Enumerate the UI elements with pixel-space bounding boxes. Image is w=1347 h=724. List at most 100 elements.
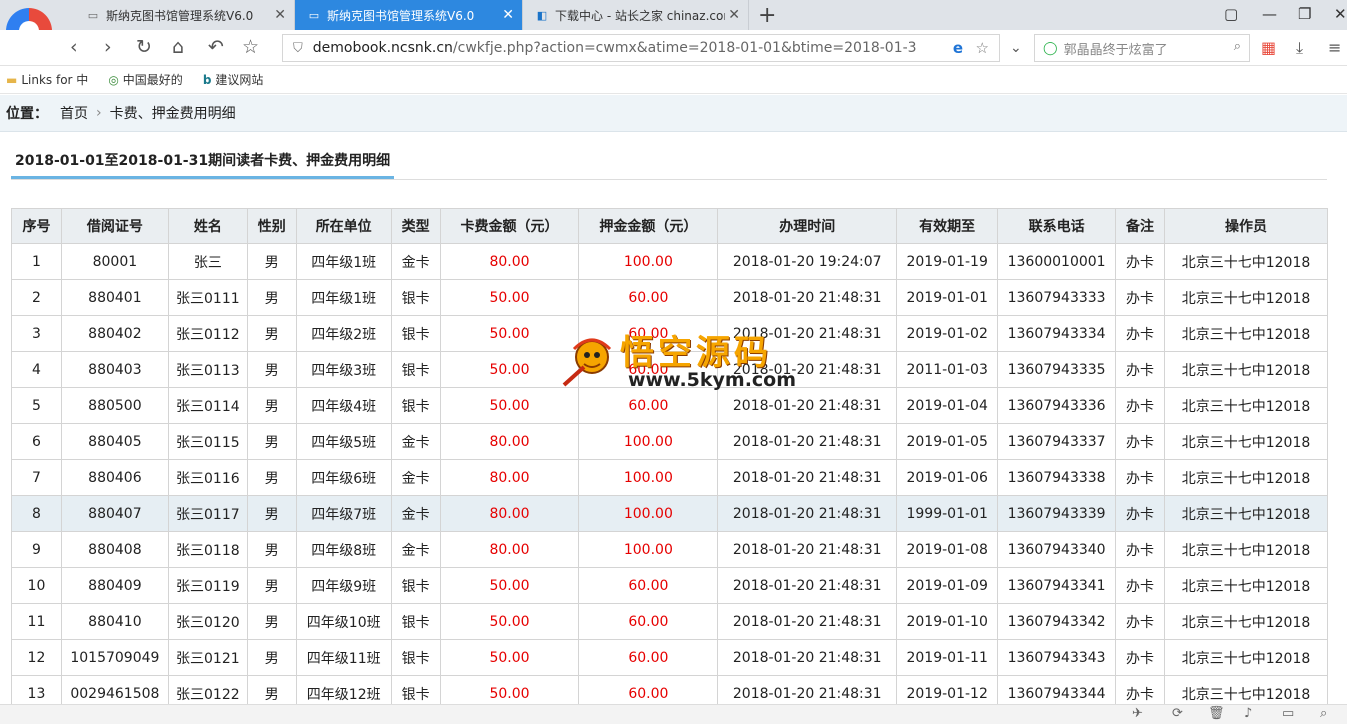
table-cell: 北京三十七中12018 [1164, 603, 1328, 640]
breadcrumb-home-link[interactable]: 首页 [60, 103, 88, 123]
table-cell: 13607943333 [997, 279, 1117, 316]
bookmark-suggested-sites[interactable]: b 建议网站 [203, 71, 264, 88]
column-header: 有效期至 [896, 208, 999, 244]
table-cell: 四年级2班 [295, 315, 392, 352]
table-cell: 张三0121 [167, 639, 248, 676]
table-cell: 80.00 [439, 243, 580, 280]
trash-icon[interactable]: 🗑 [1208, 706, 1225, 721]
table-cell: 8 [11, 495, 62, 532]
table-row: 9 880408 张三0118 男四年级8班 金卡 80.00 100.00 2018-01-… [11, 531, 1328, 568]
table-cell: 北京三十七中12018 [1164, 351, 1328, 388]
table-cell: 100.00 [578, 243, 719, 280]
column-header: 类型 [390, 208, 441, 244]
table-cell: 2018-01-20 21:48:31 [717, 315, 898, 352]
new-tab-plus-icon[interactable]: + [758, 3, 776, 28]
table-cell: 四年级10班 [295, 603, 392, 640]
table-cell: 张三0116 [167, 459, 248, 496]
table-cell: 60.00 [578, 387, 719, 424]
table-cell: 6 [11, 423, 62, 460]
bookmark-china-best[interactable]: ◎ 中国最好的 [108, 71, 183, 88]
close-tab-icon[interactable]: ✕ [728, 7, 740, 23]
back-arrow-icon[interactable]: ‹ [70, 36, 78, 58]
table-cell: 2 [11, 279, 62, 316]
globe-icon: ◎ [108, 72, 119, 87]
table-cell: 50.00 [439, 387, 580, 424]
table-cell: 13607943334 [997, 315, 1117, 352]
column-header: 操作员 [1164, 208, 1328, 244]
table-cell: 北京三十七中12018 [1164, 459, 1328, 496]
table-header-row: 序号 借阅证号 姓名 性别 所在单位 类型 卡费金额（元） 押金金额（元） 办理时间 有效期至 联系… [11, 208, 1328, 244]
table-cell: 80.00 [439, 531, 580, 568]
heading-tab-strip: 2018-01-01至2018-01-31期间读者卡费、押金费用明细 [11, 150, 1327, 180]
page-title: 2018-01-01至2018-01-31期间读者卡费、押金费用明细 [11, 150, 395, 179]
address-input[interactable]: ⛉ demobook.ncsnk.cn/cwkfje.php?action=cw… [282, 34, 1000, 62]
menu-icon[interactable]: ≡ [1328, 38, 1341, 57]
column-header: 所在单位 [295, 208, 392, 244]
zoom-icon[interactable]: ⌕ [1320, 706, 1327, 721]
bookmarks-bar: ▬ Links for 中 ◎ 中国最好的 b 建议网站 [0, 66, 1347, 94]
table-cell: 办卡 [1115, 279, 1165, 316]
table-cell: 2019-01-04 [896, 387, 999, 424]
table-cell: 北京三十七中12018 [1164, 387, 1328, 424]
close-tab-icon[interactable]: ✕ [502, 7, 514, 23]
volume-icon[interactable]: ♪ [1244, 706, 1252, 721]
table-cell: 100.00 [578, 531, 719, 568]
table-cell: 金卡 [390, 495, 441, 532]
star-icon[interactable]: ☆ [242, 36, 259, 58]
table-cell: 2018-01-20 21:48:31 [717, 531, 898, 568]
table-cell: 60.00 [578, 279, 719, 316]
table-cell: 男 [246, 531, 297, 568]
table-cell: 四年级6班 [295, 459, 392, 496]
column-header: 借阅证号 [60, 208, 169, 244]
reload-icon[interactable]: ↻ [136, 36, 152, 58]
search-input[interactable]: ◯ 郭晶晶终于炫富了 ⌕ [1034, 34, 1250, 62]
chevron-down-icon[interactable]: ⌄ [1010, 40, 1022, 56]
tab-title: 斯纳克图书馆管理系统V6.0 [106, 8, 254, 23]
skin-icon[interactable]: ▢ [1224, 5, 1238, 23]
table-cell: 12 [11, 639, 62, 676]
accelerate-icon[interactable]: ✈ [1132, 706, 1143, 721]
table-cell: 办卡 [1115, 603, 1165, 640]
bookmark-star-icon[interactable]: ☆ [976, 39, 989, 57]
table-cell: 金卡 [390, 459, 441, 496]
table-cell: 60.00 [578, 639, 719, 676]
table-cell: 60.00 [578, 567, 719, 604]
table-cell: 2019-01-10 [896, 603, 999, 640]
restore-icon[interactable]: ❐ [1298, 5, 1311, 23]
tab-chinaz[interactable]: ◧ 下载中心 - 站长之家 chinaz.com ✕ [523, 0, 749, 30]
table-row: 10 880409 张三0119 男四年级9班 银卡 50.00 60.00 2018-01-… [11, 567, 1328, 604]
tab-library-1[interactable]: ▭ 斯纳克图书馆管理系统V6.0 ✕ [74, 0, 295, 30]
table-cell: 880407 [60, 495, 169, 532]
table-cell: 880409 [60, 567, 169, 604]
forward-arrow-icon[interactable]: › [104, 36, 112, 58]
ie-mode-icon[interactable]: e [953, 39, 963, 57]
table-row: 3 880402 张三0112 男四年级2班 银卡 50.00 60.00 2018-01-2… [11, 315, 1328, 352]
undo-icon[interactable]: ↶ [208, 36, 224, 58]
refresh-icon[interactable]: ⟳ [1172, 706, 1183, 721]
table-cell: 13607943336 [997, 387, 1117, 424]
search-icon[interactable]: ⌕ [1234, 39, 1241, 54]
home-icon[interactable]: ⌂ [172, 36, 184, 58]
bookmark-label: Links for 中 [21, 73, 89, 87]
close-tab-icon[interactable]: ✕ [274, 7, 286, 23]
apps-grid-icon[interactable]: ▦ [1261, 38, 1276, 57]
table-cell: 银卡 [390, 315, 441, 352]
minimize-icon[interactable]: — [1262, 5, 1277, 23]
table-cell: 4 [11, 351, 62, 388]
table-cell: 金卡 [390, 423, 441, 460]
tab-library-2[interactable]: ▭ 斯纳克图书馆管理系统V6.0 ✕ [295, 0, 523, 30]
column-header: 押金金额（元） [578, 208, 719, 244]
table-cell: 四年级5班 [295, 423, 392, 460]
bookmark-label: 建议网站 [215, 73, 264, 87]
window-icon[interactable]: ▭ [1282, 706, 1294, 721]
table-cell: 四年级7班 [295, 495, 392, 532]
table-cell: 张三0114 [167, 387, 248, 424]
table-cell: 银卡 [390, 279, 441, 316]
table-cell: 四年级1班 [295, 279, 392, 316]
close-window-icon[interactable]: ✕ [1334, 5, 1347, 23]
table-cell: 四年级9班 [295, 567, 392, 604]
breadcrumb-label: 位置： [6, 106, 48, 122]
table-cell: 2018-01-20 21:48:31 [717, 603, 898, 640]
download-icon[interactable]: ⤓ [1296, 38, 1303, 58]
bookmark-links[interactable]: ▬ Links for 中 [6, 71, 88, 88]
